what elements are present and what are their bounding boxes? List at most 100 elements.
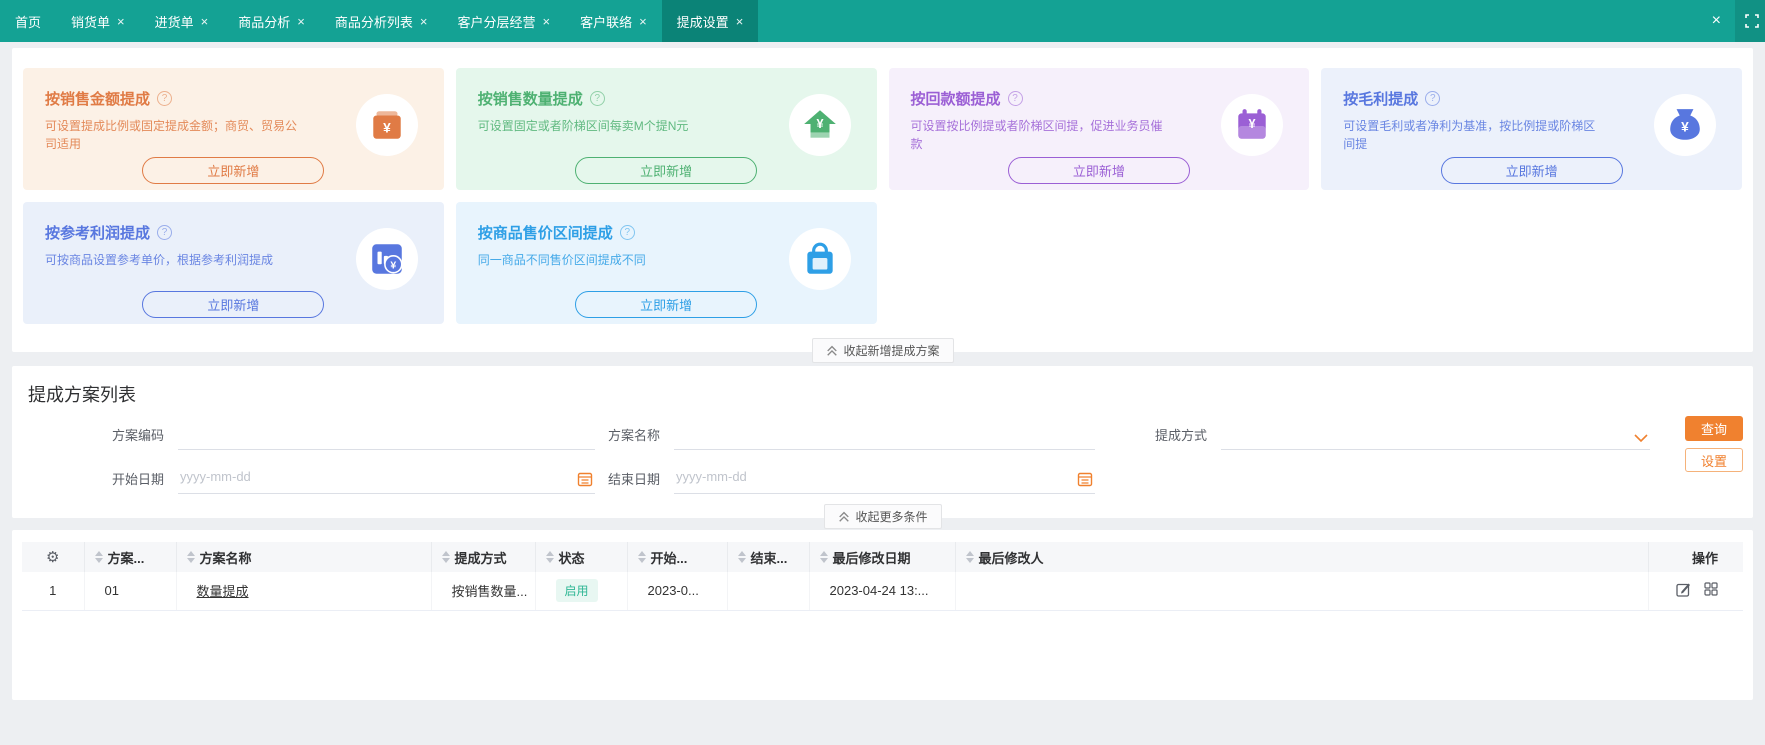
header-plan-name[interactable]: 方案名称 (176, 542, 432, 572)
card-commission-by-sales-quantity: 按销售数量提成 ? 可设置固定或者阶梯区间每卖M个提N元 立即新增 ¥ (455, 68, 877, 190)
card-commission-by-reference-profit: 按参考利润提成 ? 可按商品设置参考单价，根据参考利润提成 立即新增 ¥ (23, 202, 444, 324)
help-icon[interactable]: ? (157, 225, 173, 240)
help-icon[interactable]: ? (1007, 91, 1023, 106)
header-last-modified-date[interactable]: 最后修改日期 (809, 542, 956, 572)
plan-code-field: 方案编码 (112, 420, 595, 450)
cell-modified-date: 2023-04-24 13:... (809, 572, 956, 611)
tab-label: 客户分层经营 (457, 14, 536, 30)
collapse-new-plans-button[interactable]: 收起新增提成方案 (811, 338, 954, 363)
commission-method-label: 提成方式 (1155, 428, 1208, 443)
collapse-label: 收起更多条件 (855, 510, 928, 524)
end-date-input[interactable] (674, 469, 1095, 488)
shopping-bag-icon (788, 228, 851, 290)
help-icon[interactable]: ? (1425, 91, 1441, 106)
gear-icon[interactable]: ⚙ (46, 549, 59, 566)
close-icon[interactable]: × (297, 14, 305, 29)
calendar-icon[interactable] (1077, 471, 1093, 487)
header-end-date[interactable]: 结束... (727, 542, 810, 572)
sort-icon[interactable] (186, 551, 195, 563)
commission-method-field: 提成方式 (1155, 420, 1650, 450)
sort-icon[interactable] (737, 551, 746, 563)
tab-label: 进货单 (154, 14, 194, 30)
search-button[interactable]: 查询 (1685, 416, 1743, 441)
close-icon[interactable]: × (117, 14, 125, 29)
header-last-modified-by[interactable]: 最后修改人 (955, 542, 1649, 572)
help-icon[interactable]: ? (619, 225, 635, 240)
sort-icon[interactable] (94, 551, 103, 563)
sort-icon[interactable] (819, 551, 828, 563)
add-now-button[interactable]: 立即新增 (575, 157, 758, 184)
settings-button[interactable]: 设置 (1685, 448, 1743, 472)
tab-sales-invoice[interactable]: 销货单 × (56, 0, 140, 42)
plan-name-input[interactable] (674, 425, 1095, 444)
collapse-more-filters-button[interactable]: 收起更多条件 (823, 504, 942, 529)
edit-icon[interactable] (1676, 582, 1691, 597)
tab-label: 首页 (15, 14, 42, 30)
tab-product-analysis-list[interactable]: 商品分析列表 × (320, 0, 443, 42)
header-plan-code[interactable]: 方案... (84, 542, 177, 572)
cell-start-date: 2023-0... (627, 572, 728, 611)
header-status[interactable]: 状态 (535, 542, 628, 572)
close-icon[interactable]: × (639, 14, 647, 29)
calendar-icon[interactable] (577, 471, 593, 487)
add-now-button[interactable]: 立即新增 (142, 291, 325, 318)
help-icon[interactable]: ? (589, 91, 605, 106)
money-bag-icon: ¥ (1654, 94, 1716, 156)
tab-label: 客户联络 (580, 14, 633, 30)
add-now-button[interactable]: 立即新增 (142, 157, 325, 184)
svg-text:¥: ¥ (383, 120, 391, 135)
start-date-input[interactable] (178, 469, 595, 488)
plan-name-link[interactable]: 数量提成 (197, 584, 249, 599)
sort-icon[interactable] (545, 551, 554, 563)
tab-bar: 首页 销货单 × 进货单 × 商品分析 × 商品分析列表 × 客户分层经营 × … (0, 0, 1765, 42)
commission-plan-table: ⚙ 方案... 方案名称 提成方式 状态 开始... 结束... 最后修改日期 … (22, 542, 1743, 611)
chevron-double-up-icon (838, 511, 849, 522)
svg-text:¥: ¥ (1249, 117, 1256, 131)
chevron-double-up-icon (826, 345, 837, 356)
close-icon[interactable]: × (201, 14, 209, 29)
cashbox-yuan-icon: ¥ (355, 94, 418, 156)
commission-method-select[interactable] (1221, 425, 1650, 444)
tab-purchase-order[interactable]: 进货单 × (140, 0, 224, 42)
status-badge: 启用 (555, 579, 598, 603)
card-commission-by-payment-received: 按回款额提成 ? 可设置按比例提或者阶梯区间提，促进业务员催款 立即新增 ¥ (888, 68, 1310, 190)
tab-customer-contact[interactable]: 客户联络 × (565, 0, 662, 42)
card-description: 可设置提成比例或固定提成金额；商贸、贸易公司适用 (45, 119, 298, 151)
card-description: 可设置毛利或者净利为基准，按比例提或阶梯区间提 (1343, 119, 1596, 151)
plan-name-field: 方案名称 (608, 420, 1095, 450)
card-description: 可按商品设置参考单价，根据参考利润提成 (45, 253, 274, 267)
fullscreen-icon[interactable] (1735, 0, 1765, 42)
tab-commission-settings[interactable]: 提成设置 × (661, 0, 759, 42)
close-icon[interactable]: × (542, 14, 550, 29)
card-commission-by-gross-profit: 按毛利提成 ? 可设置毛利或者净利为基准，按比例提或阶梯区间提 立即新增 ¥ (1321, 68, 1742, 190)
chevron-down-icon[interactable] (1634, 434, 1648, 443)
tab-home[interactable]: 首页 (0, 0, 56, 42)
sort-icon[interactable] (441, 551, 450, 563)
collapse-label: 收起新增提成方案 (843, 344, 940, 358)
svg-text:¥: ¥ (816, 117, 823, 131)
add-now-button[interactable]: 立即新增 (1007, 157, 1190, 184)
header-start-date[interactable]: 开始... (627, 542, 728, 572)
card-title-text: 按参考利润提成 (45, 225, 151, 242)
sort-icon[interactable] (637, 551, 646, 563)
grid-more-icon[interactable] (1704, 582, 1718, 596)
header-commission-method[interactable]: 提成方式 (431, 542, 536, 572)
close-all-tabs-icon[interactable]: × (1698, 0, 1735, 42)
add-now-button[interactable]: 立即新增 (1440, 157, 1623, 184)
card-description: 同一商品不同售价区间提成不同 (477, 253, 646, 267)
add-now-button[interactable]: 立即新增 (575, 291, 758, 318)
card-title-text: 按销售数量提成 (477, 91, 583, 108)
chart-yuan-icon: ¥ (355, 228, 418, 290)
tab-label: 销货单 (71, 14, 111, 30)
card-title-text: 按商品售价区间提成 (477, 225, 613, 242)
help-icon[interactable]: ? (157, 91, 173, 106)
tab-customer-segmentation[interactable]: 客户分层经营 × (442, 0, 565, 42)
tab-product-analysis[interactable]: 商品分析 × (223, 0, 320, 42)
filter-buttons: 查询 设置 (1685, 416, 1743, 472)
close-icon[interactable]: × (736, 14, 744, 29)
close-icon[interactable]: × (420, 14, 428, 29)
commission-settings-screen: 首页 销货单 × 进货单 × 商品分析 × 商品分析列表 × 客户分层经营 × … (0, 0, 1765, 745)
sort-icon[interactable] (965, 551, 974, 563)
tab-label: 商品分析列表 (334, 14, 413, 30)
plan-code-input[interactable] (178, 425, 595, 444)
